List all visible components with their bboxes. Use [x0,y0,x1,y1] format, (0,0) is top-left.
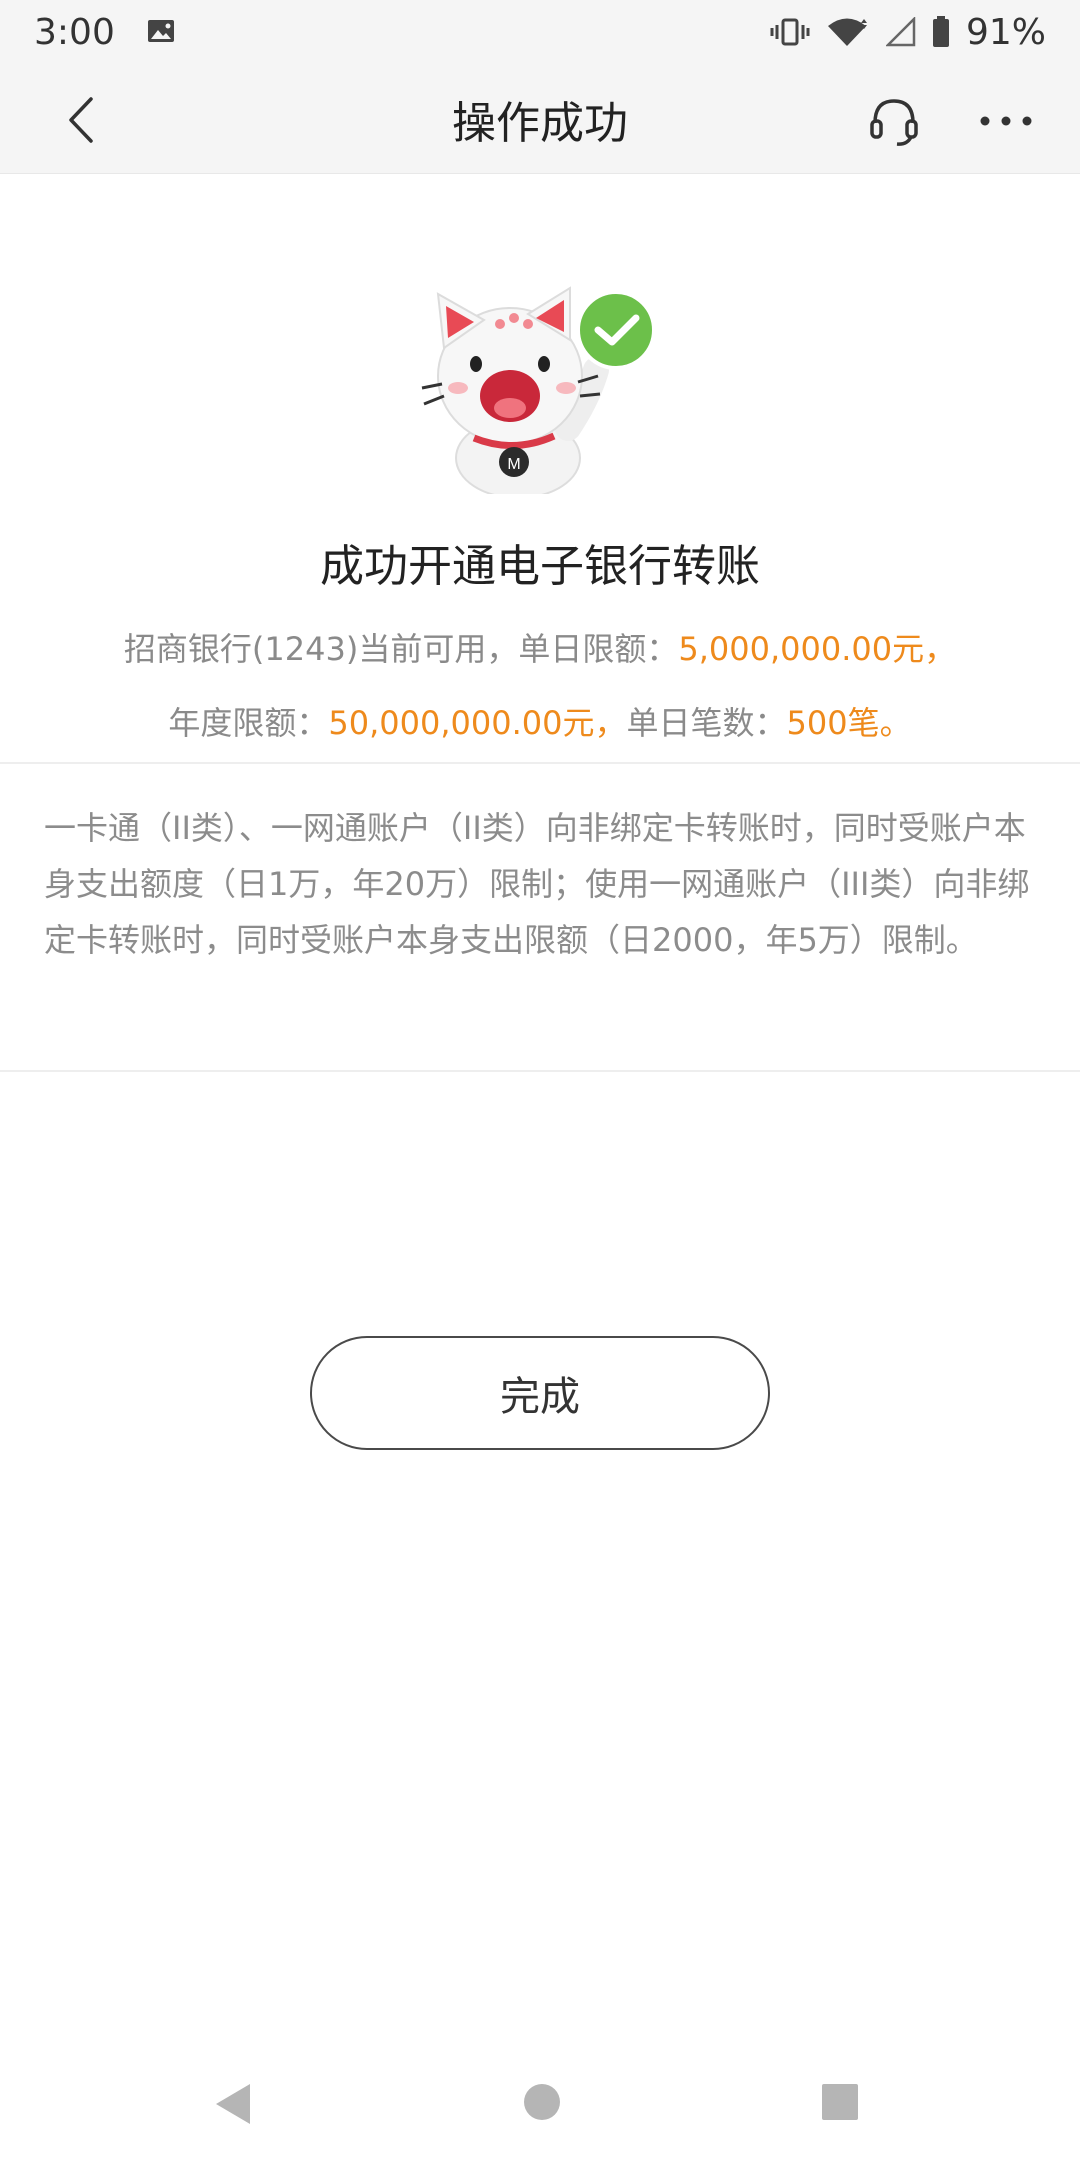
nav-recents-button[interactable] [820,2082,860,2126]
signal-icon [885,17,916,47]
limit-line-daily: 招商银行(1243)当前可用，单日限额：5,000,000.00元， [0,624,1080,670]
status-time: 3:00 [34,11,115,53]
success-title: 成功开通电子银行转账 [320,541,760,592]
limit-line-annual: 年度限额：50,000,000.00元，单日笔数：500笔。 [0,698,1080,744]
triangle-back-icon [216,2084,250,2124]
more-dots-icon [980,116,1032,126]
daily-count-label: 单日笔数： [626,704,787,742]
divider-bottom [0,1070,1080,1072]
done-button[interactable]: 完成 [310,1336,770,1450]
nav-back-button[interactable] [210,2080,254,2132]
system-nav-bar [0,2040,1080,2160]
annual-limit-label: 年度限额： [168,704,329,742]
divider-top [0,762,1080,764]
vibrate-icon [770,17,810,47]
daily-limit-value: 5,000,000.00元， [678,630,957,668]
headset-icon [870,99,918,146]
battery-icon [932,16,950,48]
app-header: 操作成功 [0,64,1080,174]
limit-prefix: 招商银行(1243)当前可用，单日限额： [123,630,679,668]
circle-home-icon [524,2084,560,2120]
wifi-icon [826,17,870,47]
status-bar: 3:00 91% [0,0,1080,64]
customer-service-button[interactable] [864,91,924,151]
mascot-illustration: M [418,278,664,499]
battery-percentage: 91% [965,11,1046,53]
nav-home-button[interactable] [522,2082,562,2126]
more-button[interactable] [976,91,1036,151]
daily-count-value: 500笔。 [786,704,912,742]
annual-limit-value: 50,000,000.00元， [328,704,627,742]
square-recents-icon [822,2084,858,2120]
image-notification-icon [147,18,177,46]
notice-text: 一卡通（II类）、一网通账户（II类）向非绑定卡转账时，同时受账户本身支出额度（… [44,809,1030,959]
svg-text:M: M [507,456,520,473]
